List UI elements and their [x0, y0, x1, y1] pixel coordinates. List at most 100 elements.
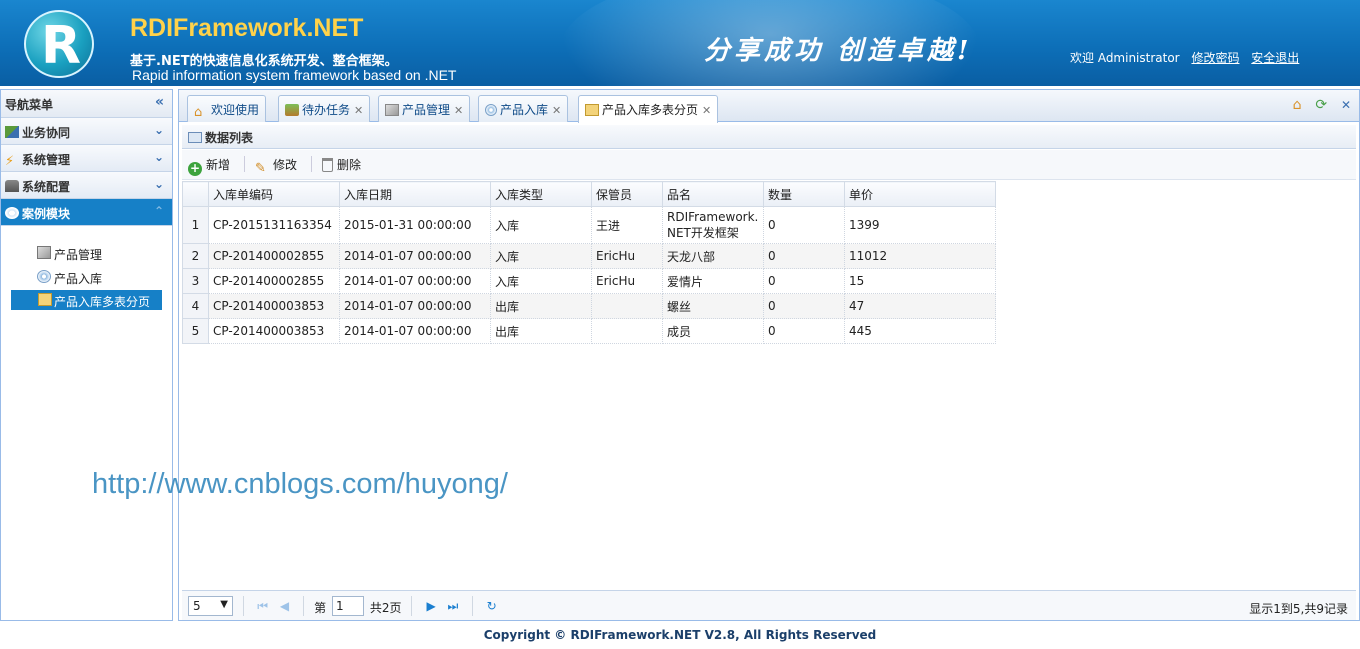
brand-title: RDIFramework.NET [130, 14, 364, 42]
close-icon[interactable]: ✕ [702, 104, 711, 117]
pager-divider [471, 596, 473, 616]
cell-qty: 0 [763, 293, 845, 319]
column-header-date[interactable]: 入库日期 [339, 181, 491, 207]
logo-letter: R [40, 16, 82, 76]
cell-name: 天龙八部 [662, 243, 764, 269]
cell-date: 2014-01-07 00:00:00 [339, 268, 491, 294]
tab-product-storage[interactable]: 产品入库 ✕ [478, 95, 569, 122]
last-page-icon[interactable]: ⏭ [444, 599, 462, 614]
cell-code: CP-201400003853 [208, 293, 340, 319]
tree-item-product-management[interactable]: 产品管理 [37, 242, 162, 264]
tree-item-product-storage[interactable]: 产品入库 [37, 266, 162, 288]
cell-name: 螺丝 [662, 293, 764, 319]
cell-date: 2014-01-07 00:00:00 [339, 318, 491, 344]
navigation-panel: 导航菜单 « 业务协同 ⌄ ⚡ 系统管理 ⌄ 系统配置 ⌄ 案例模块 ⌃ 产品管理… [0, 89, 173, 621]
logout-link[interactable]: 安全退出 [1251, 51, 1299, 65]
page-total: 共2页 [369, 601, 402, 615]
tree-item-label: 产品管理 [54, 248, 103, 262]
nav-section-label: 业务协同 [22, 126, 71, 140]
case-icon [5, 207, 19, 219]
delete-button[interactable]: 删除 [322, 156, 361, 173]
row-number: 5 [182, 318, 209, 344]
panel-title: 数据列表 [205, 131, 254, 145]
page-size-select[interactable]: 5 ▼ [188, 596, 233, 616]
close-icon[interactable]: ✕ [454, 104, 463, 117]
business-icon [5, 126, 19, 138]
nav-section-system-management[interactable]: ⚡ 系统管理 ⌄ [1, 145, 172, 172]
logo-icon: R [24, 10, 94, 78]
refresh-icon[interactable]: ⟳ [1315, 97, 1327, 113]
cell-date: 2015-01-31 00:00:00 [339, 206, 491, 244]
tab-todo-tasks[interactable]: 待办任务 ✕ [278, 95, 371, 122]
nav-tree: 产品管理 产品入库 产品入库多表分页 [1, 226, 172, 310]
cell-qty: 0 [763, 268, 845, 294]
cell-type: 出库 [490, 293, 592, 319]
cell-type: 入库 [490, 206, 592, 244]
cell-price: 1399 [844, 206, 996, 244]
tab-product-storage-paging[interactable]: 产品入库多表分页 ✕ [578, 95, 719, 123]
cell-type: 出库 [490, 318, 592, 344]
nav-section-business[interactable]: 业务协同 ⌄ [1, 118, 172, 145]
cell-code: CP-2015131163354 [208, 206, 340, 244]
cell-price: 15 [844, 268, 996, 294]
next-page-icon[interactable]: ▶ [422, 599, 440, 613]
tree-item-label: 产品入库多表分页 [54, 295, 151, 309]
column-header-price[interactable]: 单价 [844, 181, 996, 207]
tree-item-product-storage-paging[interactable]: 产品入库多表分页 [11, 290, 162, 310]
column-header-qty[interactable]: 数量 [763, 181, 845, 207]
cell-price: 11012 [844, 243, 996, 269]
first-page-icon[interactable]: ⏮ [254, 599, 272, 614]
cell-type: 入库 [490, 243, 592, 269]
close-icon[interactable]: ✕ [1341, 98, 1351, 112]
page-number-input[interactable]: 1 [331, 596, 364, 616]
tab-label: 待办任务 [302, 103, 351, 117]
app-header: R RDIFramework.NET 基于.NET的快速信息化系统开发、整合框架… [0, 0, 1360, 86]
tab-product-management[interactable]: 产品管理 ✕ [378, 95, 471, 122]
nav-title: 导航菜单 [5, 98, 54, 112]
column-header-keeper[interactable]: 保管员 [591, 181, 663, 207]
change-password-link[interactable]: 修改密码 [1191, 51, 1239, 65]
home-icon[interactable]: ⌂ [1293, 97, 1302, 113]
edit-button[interactable]: ✎ 修改 [255, 156, 298, 176]
nav-section-case-module[interactable]: 案例模块 ⌃ [1, 199, 172, 226]
nav-section-system-config[interactable]: 系统配置 ⌄ [1, 172, 172, 199]
grid-toolbar: + 新增 ✎ 修改 删除 [182, 150, 1356, 180]
column-header-name[interactable]: 品名 [662, 181, 764, 207]
prev-page-icon[interactable]: ◀ [275, 599, 293, 613]
page-size-value: 5 [193, 599, 201, 613]
lightning-icon: ⚡ [5, 154, 15, 169]
nav-section-label: 案例模块 [22, 207, 71, 221]
row-number: 4 [182, 293, 209, 319]
column-header-type[interactable]: 入库类型 [490, 181, 592, 207]
close-icon[interactable]: ✕ [552, 104, 561, 117]
collapse-icon[interactable]: « [155, 94, 164, 110]
chevron-down-icon: ⌄ [153, 177, 164, 191]
page-info: 显示1到5,共9记录 [1249, 602, 1348, 616]
tab-label: 产品入库 [500, 103, 549, 117]
add-icon: + [188, 161, 202, 176]
add-button[interactable]: + 新增 [188, 156, 230, 176]
table-row[interactable]: 2 CP-201400002855 2014-01-07 00:00:00 入库… [182, 243, 996, 269]
table-row[interactable]: 5 CP-201400003853 2014-01-07 00:00:00 出库… [182, 318, 996, 344]
cell-code: CP-201400003853 [208, 318, 340, 344]
chevron-down-icon: ▼ [220, 599, 228, 610]
edit-label: 修改 [273, 158, 298, 172]
table-icon [585, 104, 599, 116]
refresh-icon[interactable]: ↻ [483, 599, 501, 613]
row-number: 3 [182, 268, 209, 294]
table-row[interactable]: 3 CP-201400002855 2014-01-07 00:00:00 入库… [182, 268, 996, 294]
cell-name: 爱情片 [662, 268, 764, 294]
table-header-row: 入库单编码 入库日期 入库类型 保管员 品名 数量 单价 [182, 181, 996, 207]
main-panel: ⌂ 欢迎使用 待办任务 ✕ 产品管理 ✕ 产品入库 ✕ 产品入库多表分页 ✕ ⌂ ⟳ ✕ … [178, 89, 1360, 621]
pager-divider [242, 596, 244, 616]
cell-qty: 0 [763, 206, 845, 244]
column-header-code[interactable]: 入库单编码 [208, 181, 340, 207]
tab-welcome[interactable]: ⌂ 欢迎使用 [187, 95, 267, 122]
trash-icon [322, 158, 334, 172]
close-icon[interactable]: ✕ [354, 104, 363, 117]
cell-date: 2014-01-07 00:00:00 [339, 243, 491, 269]
table-row[interactable]: 4 CP-201400003853 2014-01-07 00:00:00 出库… [182, 293, 996, 319]
user-area: 欢迎 Administrator 修改密码 安全退出 [1070, 49, 1307, 66]
disc-icon [485, 104, 497, 116]
table-row[interactable]: 1 CP-2015131163354 2015-01-31 00:00:00 入… [182, 206, 996, 244]
